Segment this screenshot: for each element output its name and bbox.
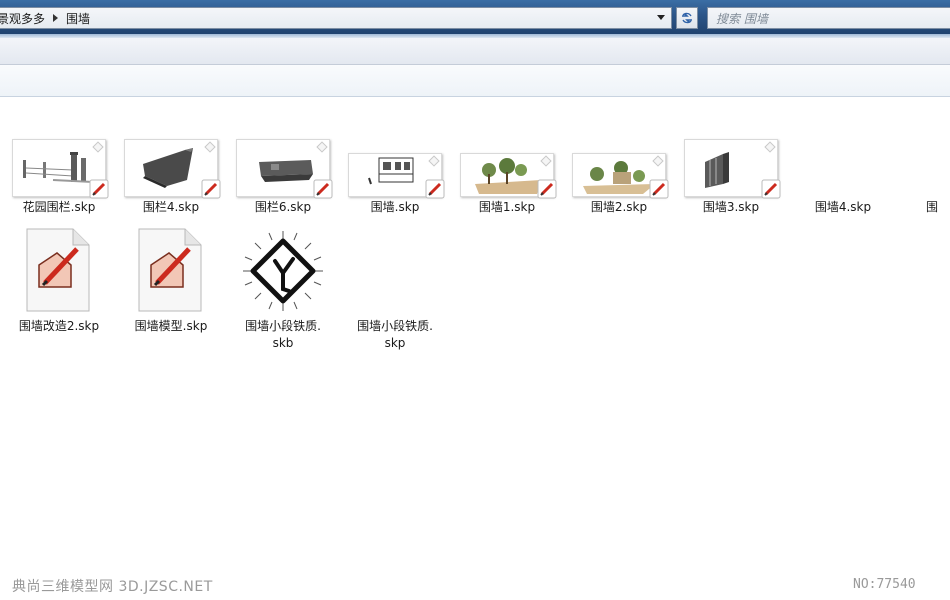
file-item[interactable]: 围墙3.skp [675, 139, 787, 219]
file-name: 围墙3.skp [702, 200, 760, 214]
file-name: 围 [926, 200, 939, 214]
file-item[interactable]: 围墙改造2.skp [3, 225, 115, 333]
file-item[interactable]: 围墙4.skp [787, 139, 899, 219]
file-thumbnail [236, 139, 333, 199]
file-item[interactable]: 围栏4.skp [115, 139, 227, 219]
search-placeholder: 搜索 围墙 [716, 11, 768, 26]
watermark-number: NO:77540 [853, 577, 916, 592]
sketchup-badge-icon [761, 179, 781, 199]
menu-bar [0, 38, 950, 65]
file-name: 围墙4.skp [814, 200, 872, 214]
sketchup-badge-icon [425, 179, 445, 199]
file-thumbnail [348, 153, 445, 199]
file-name: 围墙小段铁质. [357, 319, 433, 333]
refresh-icon [682, 12, 692, 24]
sketchup-badge-icon [313, 179, 333, 199]
breadcrumb-separator-icon[interactable] [53, 14, 59, 22]
window-titlebar: 景观多多 围墙 搜索 围墙 [0, 0, 950, 38]
file-name: 围墙1.skp [478, 200, 536, 214]
file-thumbnail [572, 153, 669, 199]
command-bar [0, 65, 950, 97]
file-name: 围墙小段铁质. [245, 319, 321, 333]
file-item[interactable]: 围 [899, 139, 950, 219]
file-thumbnail [684, 139, 781, 199]
file-name: 围墙改造2.skp [18, 319, 100, 333]
file-extension: skb [272, 336, 294, 350]
skb-diamond-icon [243, 231, 323, 311]
sketchup-doc-icon [26, 228, 90, 312]
breadcrumb-parent[interactable]: 景观多多 [0, 10, 45, 27]
file-name: 围栏4.skp [142, 200, 200, 214]
watermark-site: 典尚三维模型网 3D.JZSC.NET [12, 579, 213, 595]
file-name: 围墙2.skp [590, 200, 648, 214]
sketchup-badge-icon [89, 179, 109, 199]
file-thumbnail [12, 139, 109, 199]
breadcrumb-current[interactable]: 围墙 [66, 10, 90, 27]
file-name: 围栏6.skp [254, 200, 312, 214]
refresh-button[interactable] [676, 7, 698, 29]
search-input[interactable]: 搜索 围墙 [707, 7, 950, 29]
file-thumbnail [124, 139, 221, 199]
sketchup-badge-icon [649, 179, 669, 199]
sketchup-badge-icon [201, 179, 221, 199]
file-name: 花园围栏.skp [22, 200, 96, 214]
file-item[interactable]: 围墙2.skp [563, 139, 675, 219]
file-item[interactable]: 围栏6.skp [227, 139, 339, 219]
file-item[interactable]: 围墙.skp [339, 139, 451, 219]
sketchup-doc-icon [138, 228, 202, 312]
file-name: 围墙.skp [370, 200, 420, 214]
file-view: 花园围栏.skp 围栏4.skp 围栏6.skp 围墙.skp 围墙1.skp … [0, 97, 950, 600]
sketchup-badge-icon [537, 179, 557, 199]
file-item[interactable]: 围墙小段铁质. skp [339, 225, 451, 355]
file-item[interactable]: 围墙小段铁质. skb [227, 225, 339, 355]
file-extension: skp [384, 336, 406, 350]
address-dropdown-icon[interactable] [657, 15, 665, 20]
file-item[interactable]: 围墙1.skp [451, 139, 563, 219]
file-name: 围墙模型.skp [134, 319, 208, 333]
file-thumbnail [460, 153, 557, 199]
file-item[interactable]: 围墙模型.skp [115, 225, 227, 333]
file-item[interactable]: 花园围栏.skp [3, 139, 115, 219]
address-bar[interactable]: 景观多多 围墙 [0, 7, 672, 29]
